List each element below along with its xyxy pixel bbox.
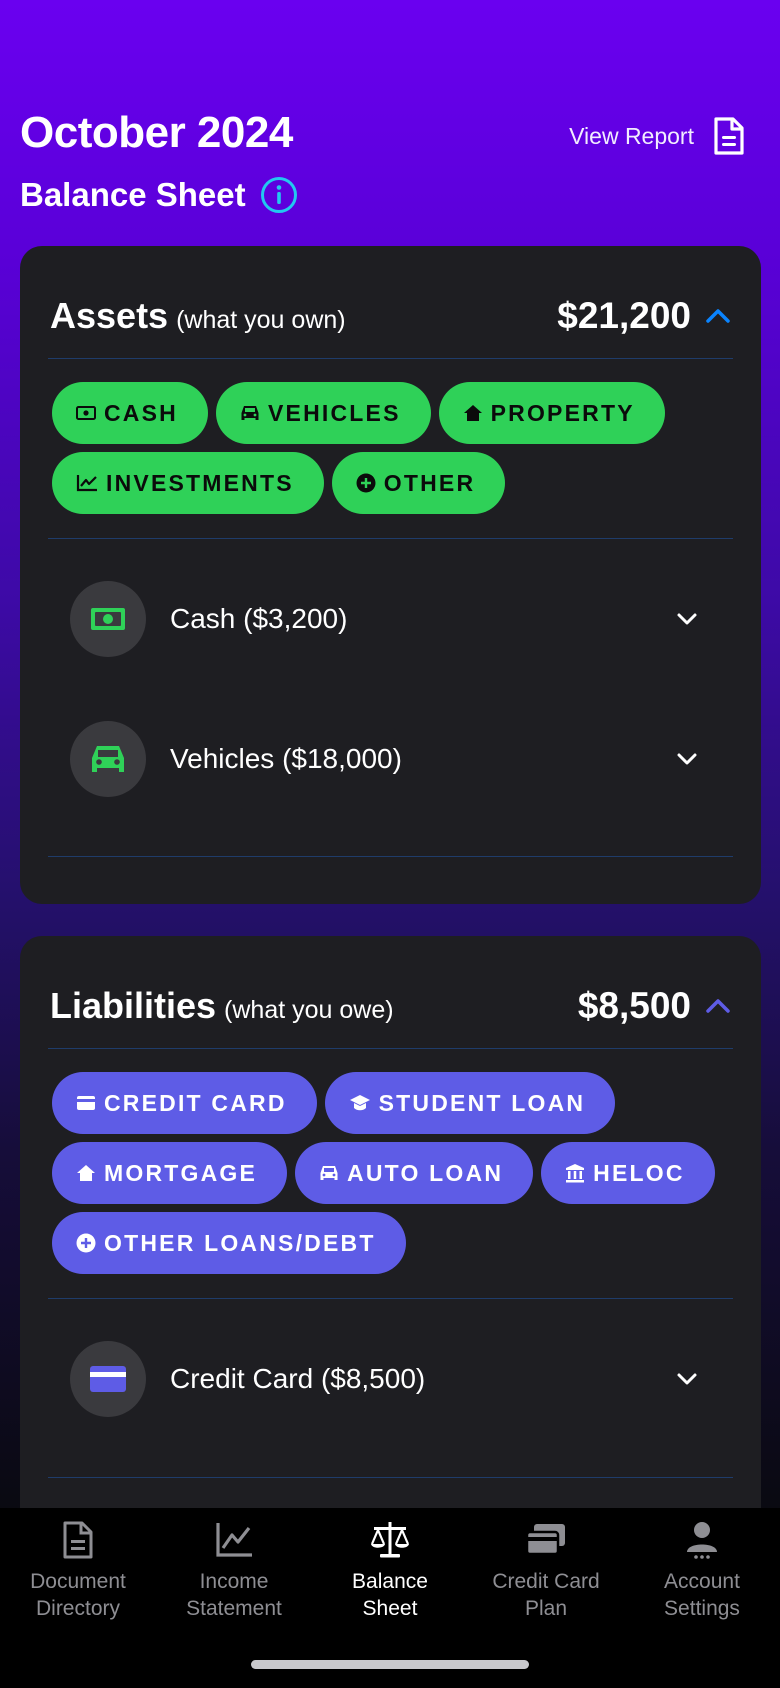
tab-balance-sheet[interactable]: Balance Sheet xyxy=(312,1520,468,1622)
car-icon xyxy=(241,406,259,420)
chip-cash[interactable]: CASH xyxy=(52,382,208,444)
cash-icon xyxy=(91,608,125,630)
chip-label: CREDIT CARD xyxy=(104,1089,287,1116)
chip-label: AUTO LOAN xyxy=(347,1159,504,1186)
chart-line-icon xyxy=(216,1523,252,1557)
page-subtitle: Balance Sheet xyxy=(20,176,298,214)
bank-icon xyxy=(566,1164,585,1183)
assets-total-value: $21,200 xyxy=(557,295,691,336)
chip-label: INVESTMENTS xyxy=(106,469,294,496)
list-item-label: Vehicles ($18,000) xyxy=(170,743,402,774)
tab-label: Statement xyxy=(186,1597,282,1620)
divider xyxy=(48,1048,733,1049)
chip-auto-loan[interactable]: AUTO LOAN xyxy=(295,1142,534,1204)
user-icon xyxy=(687,1522,717,1559)
liabilities-subtitle: (what you owe) xyxy=(224,996,394,1024)
chip-label: OTHER xyxy=(383,469,476,496)
chip-heloc[interactable]: HELOC xyxy=(541,1142,715,1204)
liabilities-total: $8,500 xyxy=(578,985,731,1027)
tab-label: Sheet xyxy=(362,1597,418,1620)
tab-document-directory[interactable]: Document Directory xyxy=(0,1520,156,1622)
chip-other-loans[interactable]: OTHER LOANS/DEBT xyxy=(52,1212,406,1274)
chip-property[interactable]: PROPERTY xyxy=(438,382,665,444)
tab-label: Document xyxy=(30,1570,126,1593)
chevron-up-icon[interactable] xyxy=(705,307,731,325)
divider xyxy=(48,538,733,539)
list-item-credit-card[interactable]: Credit Card ($8,500) xyxy=(70,1341,701,1417)
scale-icon xyxy=(370,1522,410,1558)
assets-header[interactable]: Assets (what you own) $21,200 xyxy=(50,286,731,346)
car-icon xyxy=(320,1166,338,1180)
chip-credit-card[interactable]: CREDIT CARD xyxy=(52,1072,317,1134)
document-icon xyxy=(63,1521,93,1559)
divider xyxy=(48,1477,733,1478)
divider xyxy=(48,1298,733,1299)
liabilities-total-value: $8,500 xyxy=(577,985,691,1026)
tab-income-statement[interactable]: Income Statement xyxy=(156,1520,312,1622)
chevron-down-icon[interactable] xyxy=(673,1365,701,1393)
tab-label: Credit Card xyxy=(492,1570,600,1593)
view-report-button[interactable]: View Report xyxy=(569,116,746,156)
list-item-cash[interactable]: Cash ($3,200) xyxy=(70,581,701,657)
tab-label: Balance xyxy=(352,1570,428,1593)
plus-circle-icon xyxy=(76,1233,96,1253)
house-icon xyxy=(77,1165,95,1181)
credit-card-icon xyxy=(77,1096,95,1110)
chip-student-loan[interactable]: STUDENT LOAN xyxy=(324,1072,616,1134)
tab-credit-card-plan[interactable]: Credit Card Plan xyxy=(468,1520,624,1622)
asset-chips: CASH VEHICLES PROPERTY INVESTMENTS OTHER xyxy=(52,382,733,514)
credit-cards-icon xyxy=(525,1524,565,1556)
chip-label: STUDENT LOAN xyxy=(378,1089,586,1116)
tab-label: Income xyxy=(199,1570,269,1593)
chip-investments[interactable]: INVESTMENTS xyxy=(52,452,324,514)
chip-mortgage[interactable]: MORTGAGE xyxy=(52,1142,288,1204)
subtitle-text: Balance Sheet xyxy=(20,176,246,213)
tab-label: Account xyxy=(664,1570,740,1593)
chip-label: HELOC xyxy=(593,1159,685,1186)
document-icon xyxy=(714,117,744,155)
graduation-cap-icon xyxy=(349,1095,370,1111)
chevron-up-icon[interactable] xyxy=(705,997,731,1015)
assets-title: Assets (what you own) xyxy=(50,295,346,337)
chip-label: VEHICLES xyxy=(267,399,401,426)
tab-label: Settings xyxy=(664,1597,740,1620)
avatar xyxy=(70,1341,146,1417)
chip-label: PROPERTY xyxy=(490,399,635,426)
tab-account-settings[interactable]: Account Settings xyxy=(624,1520,780,1622)
chip-vehicles[interactable]: VEHICLES xyxy=(215,382,431,444)
chip-other[interactable]: OTHER xyxy=(331,452,506,514)
list-item-vehicles[interactable]: Vehicles ($18,000) xyxy=(70,721,701,797)
avatar xyxy=(70,721,146,797)
divider xyxy=(48,358,733,359)
list-item-label: Cash ($3,200) xyxy=(170,603,348,634)
assets-total: $21,200 xyxy=(557,295,731,337)
page-title: October 2024 xyxy=(20,108,293,157)
list-item-label: Credit Card ($8,500) xyxy=(170,1363,426,1394)
chevron-down-icon[interactable] xyxy=(673,745,701,773)
avatar xyxy=(70,581,146,657)
divider xyxy=(48,856,733,857)
chart-line-icon xyxy=(76,475,97,492)
liability-chips: CREDIT CARD STUDENT LOAN MORTGAGE AUTO L… xyxy=(52,1072,733,1274)
assets-subtitle: (what you own) xyxy=(176,306,346,334)
chevron-down-icon[interactable] xyxy=(673,605,701,633)
liabilities-title: Liabilities (what you owe) xyxy=(50,985,394,1027)
assets-title-text: Assets xyxy=(50,295,169,336)
info-icon[interactable] xyxy=(260,176,298,214)
tab-label: Plan xyxy=(524,1597,568,1620)
tab-label: Directory xyxy=(35,1597,120,1620)
assets-card: Assets (what you own) $21,200 CASH VEHICL… xyxy=(20,246,761,904)
view-report-label: View Report xyxy=(569,122,694,149)
house-icon xyxy=(463,405,482,421)
car-icon xyxy=(92,746,124,772)
credit-card-icon xyxy=(90,1366,126,1392)
chip-label: MORTGAGE xyxy=(104,1159,258,1186)
chip-label: OTHER LOANS/DEBT xyxy=(104,1229,376,1256)
liabilities-title-text: Liabilities xyxy=(50,985,217,1026)
cash-icon xyxy=(76,406,96,420)
liabilities-header[interactable]: Liabilities (what you owe) $8,500 xyxy=(50,976,731,1036)
home-indicator xyxy=(251,1660,529,1669)
plus-circle-icon xyxy=(356,473,376,493)
chip-label: CASH xyxy=(104,399,178,426)
